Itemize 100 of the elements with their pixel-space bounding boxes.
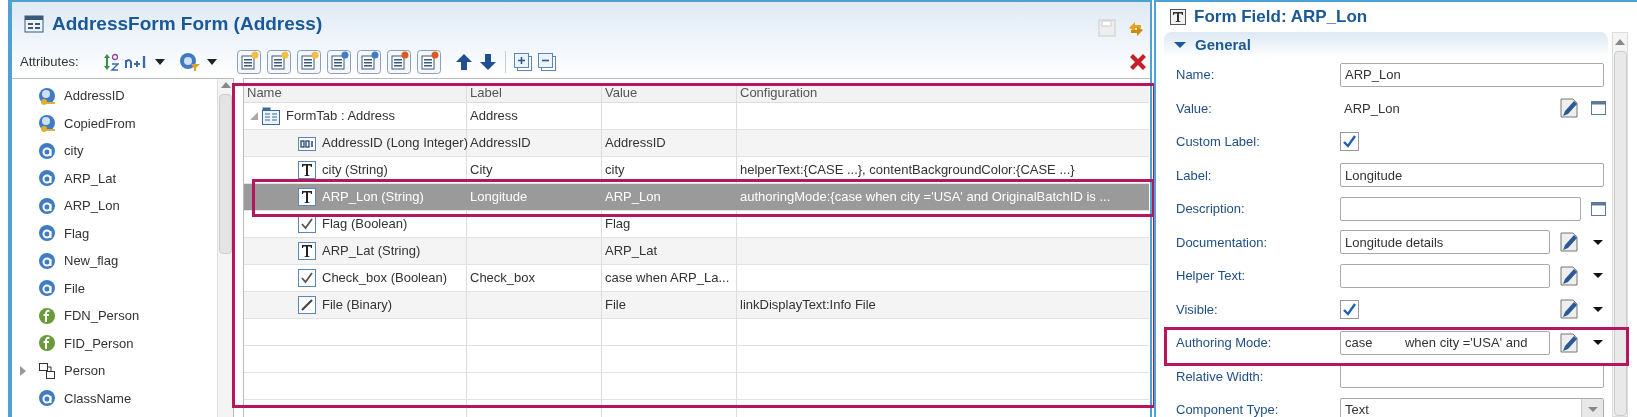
toolbar-icon[interactable] [416, 50, 441, 74]
attribute-item[interactable]: ARP_Lat [12, 164, 217, 192]
expression-editor-icon[interactable] [1559, 331, 1579, 354]
cell-text: Flag [605, 215, 631, 234]
toolbar-icon[interactable] [356, 50, 381, 74]
field-value: ARP_Lon [1343, 99, 1401, 118]
field-label: Label: [1176, 166, 1213, 185]
attribute-item[interactable]: FDN_Person [12, 302, 217, 330]
attribute-item[interactable]: File [12, 274, 217, 302]
scroll-up-icon[interactable] [1615, 39, 1625, 45]
field-label: Visible: [1176, 300, 1219, 319]
toolbar-icon[interactable] [266, 50, 291, 74]
attribute-item[interactable]: CopiedFrom [12, 109, 217, 137]
move-up-icon[interactable] [454, 53, 473, 71]
attribute-item[interactable]: AddressID [12, 82, 217, 110]
expand-icon[interactable] [20, 365, 26, 376]
grid-row[interactable]: ARP_Lat (String) ARP_Lat [244, 238, 1149, 265]
section-header[interactable]: General [1164, 32, 1608, 58]
text-field[interactable] [1340, 196, 1581, 221]
toolbar-icon[interactable] [386, 50, 411, 74]
collapse-icon[interactable] [1174, 42, 1186, 48]
cell-text: ARP_Lon [605, 188, 661, 207]
attribute-item[interactable]: ARP_Lon [12, 192, 217, 220]
column-header[interactable]: Configuration [737, 83, 1149, 102]
attribute-item[interactable]: Person [12, 357, 217, 385]
numbering-icon[interactable] [124, 55, 147, 69]
expression-editor-icon[interactable] [1559, 231, 1579, 254]
field-label: Documentation: [1176, 233, 1269, 252]
column-header[interactable]: Label [467, 83, 602, 102]
cell-text: Flag (Boolean) [322, 215, 408, 234]
column-header[interactable]: Name [244, 83, 467, 102]
caret-icon[interactable] [1593, 340, 1603, 346]
cell-text: AddressID [605, 134, 666, 153]
expression-editor-icon[interactable] [1559, 264, 1579, 287]
form-icon [24, 15, 44, 33]
field-label: Description: [1176, 200, 1246, 218]
caret-icon[interactable] [1593, 273, 1603, 279]
cell-text: File (Binary) [322, 296, 393, 315]
cell-text: ARP_Lat (String) [322, 242, 421, 261]
dropdown[interactable]: Text [1340, 397, 1604, 417]
text-field[interactable]: ARP_Lon [1340, 62, 1604, 87]
field-label: Authoring Mode: [1176, 334, 1273, 352]
text-field[interactable]: Longitude details [1340, 230, 1550, 255]
cell-text: city [605, 161, 625, 180]
scrollbar-thumb[interactable] [219, 94, 232, 254]
scroll-up-icon[interactable] [220, 82, 231, 88]
field-label: Component Type: [1176, 401, 1280, 417]
grid-row[interactable]: File (Binary) File linkDisplayText:Info File [244, 292, 1149, 319]
cell-text: AddressID (Long Integer) [322, 134, 468, 153]
expression-editor-icon[interactable] [1559, 97, 1579, 120]
field-label: Relative Width: [1176, 367, 1265, 386]
filter-icon[interactable] [178, 52, 201, 72]
scrollbar[interactable] [217, 79, 233, 417]
grid-row[interactable]: Check_box (Boolean) Check_box case when ARP_La... [244, 265, 1149, 292]
checkbox[interactable] [1340, 132, 1359, 152]
attributes-label: Attributes: [20, 53, 79, 72]
caret-icon[interactable] [154, 59, 165, 65]
sort-icon[interactable] [102, 53, 119, 71]
scrollbar[interactable] [1612, 32, 1628, 417]
cell-text: Check_box (Boolean) [322, 269, 448, 288]
attribute-item[interactable]: Flag [12, 219, 217, 247]
toolbar-icon[interactable] [296, 50, 321, 74]
close-icon[interactable] [1128, 52, 1148, 72]
column-header[interactable]: Value [602, 83, 737, 102]
scrollbar-thumb[interactable] [1613, 51, 1627, 416]
attribute-item[interactable]: ClassName [12, 384, 217, 412]
text-field-icon [1170, 9, 1186, 25]
attribute-item[interactable]: city [12, 137, 217, 165]
field-label: Custom Label: [1176, 133, 1261, 151]
text-field[interactable]: Longitude [1340, 163, 1604, 188]
toolbar-icon[interactable] [326, 50, 351, 74]
grid-row[interactable]: AddressID (Long Integer)AddressID AddressID [244, 130, 1149, 157]
grid-row[interactable]: FormTab : Address Address [244, 103, 1149, 130]
text-field[interactable]: case when city ='USA' and [1340, 330, 1550, 355]
cell-text: FormTab : Address [286, 107, 396, 126]
cell-text: Longitude [470, 188, 528, 207]
expression-editor-icon[interactable] [1559, 298, 1579, 321]
move-down-icon[interactable] [478, 53, 497, 71]
toolbar-icon[interactable] [236, 50, 261, 74]
caret-icon[interactable] [206, 59, 217, 65]
attribute-item[interactable]: FID_Person [12, 329, 217, 357]
expand-all-icon[interactable] [513, 53, 532, 71]
cell-text: Address [470, 107, 518, 126]
caret-icon[interactable] [1593, 239, 1603, 245]
cell-text: case when ARP_La... [605, 269, 730, 288]
dialog-icon[interactable] [1591, 101, 1606, 116]
cell-text: helperText:{CASE ...}, contentBackgroundColor:{CASE ...} [740, 161, 1075, 180]
collapse-all-icon[interactable] [537, 53, 556, 71]
checkbox[interactable] [1340, 299, 1359, 319]
properties-title: Form Field: ARP_Lon [1194, 6, 1368, 29]
text-field[interactable] [1340, 263, 1550, 288]
cell-text: city (String) [322, 161, 388, 180]
caret-icon[interactable] [1593, 306, 1603, 312]
field-label: Value: [1176, 99, 1213, 118]
attribute-item[interactable]: New_flag [12, 247, 217, 275]
text-field[interactable] [1340, 364, 1604, 389]
grid-row[interactable]: Flag (Boolean) Flag [244, 211, 1149, 238]
cell-text: AddressID [470, 134, 531, 153]
field-label: Helper Text: [1176, 267, 1247, 285]
dialog-icon[interactable] [1591, 201, 1606, 216]
